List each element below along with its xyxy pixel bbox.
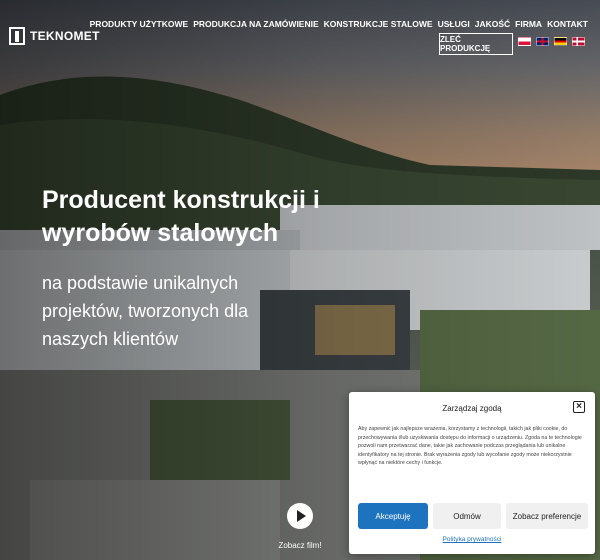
nav-item-uslugi[interactable]: USŁUGI (438, 19, 470, 29)
logo-text: TEKNOMET (30, 29, 100, 43)
nav-item-firma[interactable]: FIRMA (515, 19, 542, 29)
hero-title: Producent konstrukcji i wyrobów stalowyc… (42, 186, 320, 247)
accept-button[interactable]: Akceptuję (358, 503, 428, 529)
video-label[interactable]: Zobacz film! (270, 541, 330, 550)
play-icon (297, 510, 306, 522)
play-video-button[interactable] (287, 503, 313, 529)
cookie-consent-dialog: Zarządzaj zgodą × Aby zapewnić jak najle… (349, 392, 595, 554)
close-icon[interactable]: × (573, 401, 585, 413)
pl-flag-icon[interactable] (518, 37, 531, 46)
order-production-button[interactable]: ZLEĆ PRODUKCJĘ (439, 33, 513, 55)
consent-text: Aby zapewnić jak najlepsze wrażenia, kor… (358, 426, 582, 467)
deny-button[interactable]: Odmów (433, 503, 501, 529)
nav-item-produkty-uzytkowe[interactable]: PRODUKTY UŻYTKOWE (90, 19, 189, 29)
logo[interactable]: TEKNOMET (9, 27, 100, 45)
nav-item-kontakt[interactable]: KONTAKT (547, 19, 588, 29)
nav-item-jakosc[interactable]: JAKOŚĆ (475, 19, 510, 29)
hero-subtitle: na podstawie unikalnych projektów, tworz… (42, 273, 249, 349)
nav-item-produkcja-na-zamowienie[interactable]: PRODUKCJA NA ZAMÓWIENIE (193, 19, 318, 29)
nav-item-konstrukcje-stalowe[interactable]: KONSTRUKCJE STALOWE (324, 19, 433, 29)
en-flag-icon[interactable] (536, 37, 549, 46)
consent-title: Zarządzaj zgodą (442, 404, 502, 413)
preferences-button[interactable]: Zobacz preferencje (506, 503, 588, 529)
no-flag-icon[interactable] (572, 37, 585, 46)
language-switcher (518, 37, 585, 46)
logo-icon (9, 27, 25, 45)
privacy-policy-link[interactable]: Polityka prywatności (349, 536, 595, 543)
de-flag-icon[interactable] (554, 37, 567, 46)
main-nav: PRODUKTY UŻYTKOWE PRODUKCJA NA ZAMÓWIENI… (90, 19, 588, 29)
